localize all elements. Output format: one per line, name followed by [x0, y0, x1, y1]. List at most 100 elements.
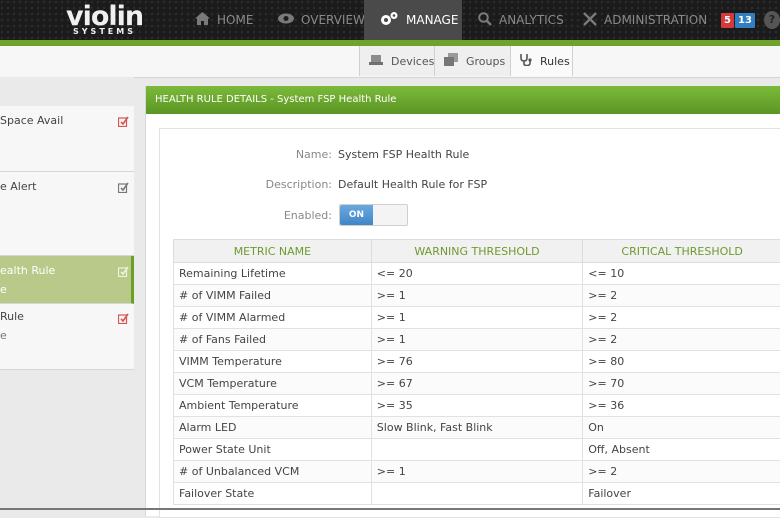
warning-threshold: <= 20	[371, 263, 582, 285]
violin-logo[interactable]: violin SYSTEMS	[60, 3, 160, 37]
column-header-metric-name[interactable]: METRIC NAME	[174, 240, 372, 263]
critical-threshold: Failover	[583, 483, 780, 505]
enabled-toggle-on: ON	[340, 205, 373, 225]
rule-details-body: Name: System FSP Health Rule Description…	[159, 128, 780, 518]
sub-navigation: Devices Groups Rules	[0, 46, 780, 78]
critical-threshold: >= 2	[583, 285, 780, 307]
table-row: VIMM Temperature>= 76>= 80	[174, 351, 780, 373]
description-value: Default Health Rule for FSP	[338, 178, 487, 191]
metrics-table: METRIC NAME WARNING THRESHOLD CRITICAL T…	[173, 239, 780, 505]
rule-item-subtitle: e	[0, 283, 7, 296]
nav-home-label: HOME	[217, 13, 253, 27]
critical-alerts-badge[interactable]: 5	[721, 13, 734, 28]
brand-subtitle: SYSTEMS	[73, 27, 136, 36]
nav-analytics[interactable]: ANALYTICS	[478, 0, 568, 40]
rule-item-rule[interactable]: Rule e	[0, 304, 134, 370]
critical-threshold: >= 2	[583, 307, 780, 329]
warning-threshold: >= 1	[371, 307, 582, 329]
warning-threshold: >= 1	[371, 285, 582, 307]
tab-rules[interactable]: Rules	[510, 46, 573, 76]
rule-item-title: ealth Rule	[0, 264, 55, 277]
warning-threshold: >= 67	[371, 373, 582, 395]
rule-item-health-rule[interactable]: ealth Rule e	[0, 256, 134, 304]
metric-name: # of VIMM Failed	[174, 285, 372, 307]
rule-item-alert[interactable]: e Alert	[0, 172, 134, 256]
metric-name: # of Fans Failed	[174, 329, 372, 351]
top-navigation-bar: violin SYSTEMS HOME OVERVIEW MANAGE ANAL…	[0, 0, 780, 40]
help-icon[interactable]: ?	[764, 11, 780, 29]
metric-name: Alarm LED	[174, 417, 372, 439]
metric-name: Remaining Lifetime	[174, 263, 372, 285]
tools-icon	[583, 12, 597, 29]
table-row: # of VIMM Alarmed>= 1>= 2	[174, 307, 780, 329]
magnifier-icon	[478, 12, 492, 29]
name-label: Name:	[160, 148, 332, 161]
rules-list: Space Avail e Alert ealth Rule e Rule e	[0, 77, 134, 516]
rule-item-title: Rule	[0, 310, 24, 323]
table-row: Power State Unit Off, Absent	[174, 439, 780, 461]
rule-item-subtitle: e	[0, 329, 7, 342]
edit-icon[interactable]	[118, 116, 129, 130]
critical-threshold: >= 2	[583, 329, 780, 351]
table-row: # of Fans Failed>= 1>= 2	[174, 329, 780, 351]
panel-title: HEALTH RULE DETAILS - System FSP Health …	[155, 94, 396, 105]
nav-administration[interactable]: ADMINISTRATION	[583, 0, 711, 40]
critical-threshold: Off, Absent	[583, 439, 780, 461]
name-value: System FSP Health Rule	[338, 148, 469, 161]
tab-devices[interactable]: Devices	[359, 46, 434, 76]
table-row: Failover State Failover	[174, 483, 780, 505]
enabled-toggle[interactable]: ON	[339, 204, 408, 226]
metric-name: Power State Unit	[174, 439, 372, 461]
nav-overview-label: OVERVIEW	[301, 13, 365, 27]
rule-item-space-avail[interactable]: Space Avail	[0, 106, 134, 172]
rule-item-title: e Alert	[0, 180, 36, 193]
nav-analytics-label: ANALYTICS	[499, 13, 564, 27]
rule-item-title: Space Avail	[0, 114, 63, 127]
metric-name: VIMM Temperature	[174, 351, 372, 373]
window-bottom-border	[0, 508, 780, 510]
tab-devices-label: Devices	[391, 55, 434, 68]
table-row: Alarm LEDSlow Blink, Fast BlinkOn	[174, 417, 780, 439]
table-row: VCM Temperature>= 67>= 70	[174, 373, 780, 395]
warning-threshold: >= 76	[371, 351, 582, 373]
eye-icon	[278, 13, 294, 27]
critical-threshold: >= 36	[583, 395, 780, 417]
gears-icon	[380, 11, 399, 29]
warning-threshold	[371, 483, 582, 505]
tab-rules-label: Rules	[540, 55, 570, 68]
nav-manage[interactable]: MANAGE	[364, 0, 462, 40]
home-icon	[195, 12, 210, 28]
edit-icon[interactable]	[118, 266, 129, 280]
nav-administration-label: ADMINISTRATION	[604, 13, 707, 27]
tab-groups[interactable]: Groups	[434, 46, 510, 76]
warning-threshold: >= 1	[371, 461, 582, 483]
nav-overview[interactable]: OVERVIEW	[278, 0, 358, 40]
critical-threshold: On	[583, 417, 780, 439]
nav-home[interactable]: HOME	[195, 0, 265, 40]
table-row: # of Unbalanced VCM>= 1>= 2	[174, 461, 780, 483]
metric-name: VCM Temperature	[174, 373, 372, 395]
table-row: Remaining Lifetime<= 20<= 10	[174, 263, 780, 285]
edit-icon[interactable]	[118, 182, 129, 196]
metric-name: Failover State	[174, 483, 372, 505]
metric-name: # of VIMM Alarmed	[174, 307, 372, 329]
groups-icon	[444, 53, 458, 69]
column-header-critical-threshold[interactable]: CRITICAL THRESHOLD	[583, 240, 780, 263]
stethoscope-icon	[520, 53, 532, 69]
warning-threshold: >= 1	[371, 329, 582, 351]
health-rule-details-panel: HEALTH RULE DETAILS - System FSP Health …	[145, 86, 780, 516]
edit-icon[interactable]	[118, 313, 129, 327]
metric-name: Ambient Temperature	[174, 395, 372, 417]
metric-name: # of Unbalanced VCM	[174, 461, 372, 483]
critical-threshold: >= 2	[583, 461, 780, 483]
nav-manage-label: MANAGE	[406, 13, 458, 27]
device-icon	[369, 54, 383, 69]
column-header-warning-threshold[interactable]: WARNING THRESHOLD	[371, 240, 582, 263]
warning-threshold	[371, 439, 582, 461]
warning-alerts-badge[interactable]: 13	[735, 13, 755, 28]
table-row: Ambient Temperature>= 35>= 36	[174, 395, 780, 417]
warning-threshold: Slow Blink, Fast Blink	[371, 417, 582, 439]
panel-header: HEALTH RULE DETAILS - System FSP Health …	[146, 86, 780, 114]
critical-threshold: >= 80	[583, 351, 780, 373]
tab-groups-label: Groups	[466, 55, 505, 68]
